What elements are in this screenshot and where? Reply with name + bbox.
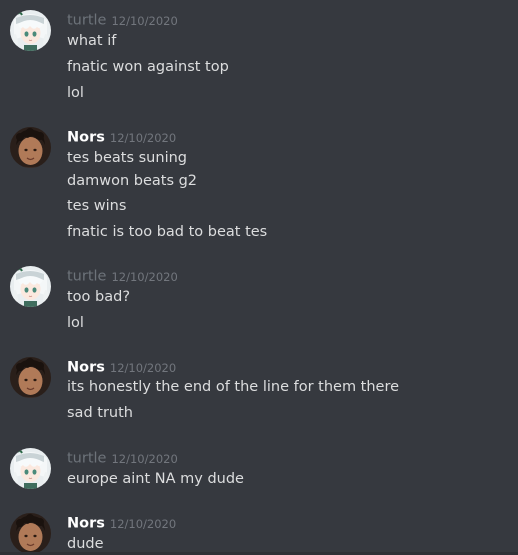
username[interactable]: turtle bbox=[67, 269, 106, 285]
timestamp: 12/10/2020 bbox=[109, 130, 177, 145]
timestamp: 12/10/2020 bbox=[111, 269, 178, 284]
nors-avatar-icon[interactable] bbox=[10, 513, 51, 554]
timestamp: 12/10/2020 bbox=[111, 451, 178, 466]
nors-avatar-icon[interactable] bbox=[10, 127, 51, 168]
timestamp: 12/10/2020 bbox=[111, 13, 178, 28]
message-header: turtle 12/10/2020 bbox=[67, 10, 178, 30]
message-text: damwon beats g2 bbox=[67, 173, 198, 189]
username[interactable]: Nors bbox=[67, 516, 105, 532]
message-header: Nors 12/10/2020 bbox=[67, 513, 176, 533]
message-text: sad truth bbox=[67, 405, 133, 421]
message-text: europe aint NA my dude bbox=[67, 471, 244, 487]
username[interactable]: Nors bbox=[67, 130, 105, 146]
message-text: lol bbox=[67, 315, 84, 331]
nors-avatar-icon[interactable] bbox=[10, 357, 51, 398]
message-header: Nors 12/10/2020 bbox=[67, 127, 176, 147]
message-text: tes wins bbox=[67, 198, 127, 214]
timestamp: 12/10/2020 bbox=[109, 360, 177, 375]
username[interactable]: Nors bbox=[67, 360, 105, 376]
message-text: its honestly the end of the line for the… bbox=[67, 379, 400, 395]
message-text: dude bbox=[67, 536, 104, 552]
message-text: fnatic is too bad to beat tes bbox=[67, 224, 268, 240]
message-header: turtle 12/10/2020 bbox=[67, 266, 178, 286]
turtle-avatar-icon[interactable] bbox=[10, 448, 51, 489]
message-text: lol bbox=[67, 85, 84, 101]
message-text: too bad? bbox=[67, 289, 131, 305]
username[interactable]: turtle bbox=[67, 13, 106, 29]
message-text: tes beats suning bbox=[67, 150, 187, 166]
message-header: turtle 12/10/2020 bbox=[67, 448, 178, 468]
turtle-avatar-icon[interactable] bbox=[10, 266, 51, 307]
message-text: what if bbox=[67, 33, 117, 49]
message-text: fnatic won against top bbox=[67, 59, 229, 75]
timestamp: 12/10/2020 bbox=[109, 516, 177, 531]
username[interactable]: turtle bbox=[67, 451, 106, 467]
message-header: Nors 12/10/2020 bbox=[67, 357, 176, 377]
turtle-avatar-icon[interactable] bbox=[10, 10, 51, 51]
chat-message-list: turtle 12/10/2020 what if fnatic won agai… bbox=[0, 0, 518, 555]
